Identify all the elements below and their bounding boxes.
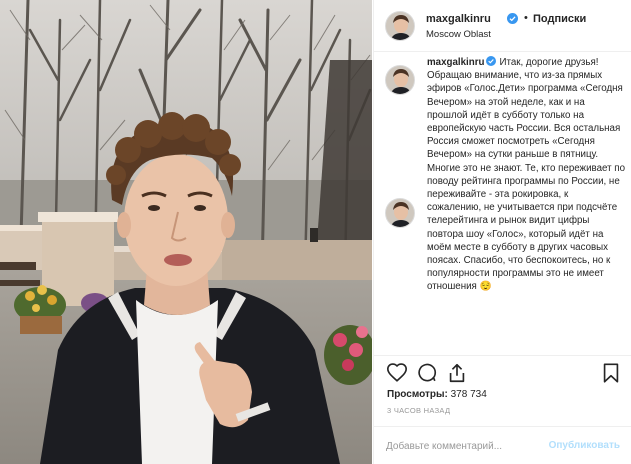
heart-icon[interactable]: [386, 362, 408, 384]
caption-author-avatar[interactable]: [385, 65, 415, 95]
location-link[interactable]: Moscow Oblast: [426, 29, 491, 40]
post-caption: maxgalkinru Итак, дорогие друзья! Обращаю…: [427, 56, 625, 294]
comment-icon[interactable]: [416, 362, 438, 384]
bookmark-icon[interactable]: [600, 362, 622, 384]
author-username-link[interactable]: maxgalkinru: [426, 13, 491, 25]
caption-avatar-duplicate[interactable]: [385, 198, 415, 228]
post-media-video[interactable]: [0, 0, 372, 464]
verified-badge-icon: [486, 56, 497, 66]
view-count: Просмотры: 378 734: [387, 389, 487, 400]
avatar-image: [386, 199, 414, 227]
post-timestamp[interactable]: 3 ЧАСОВ НАЗАД: [387, 406, 450, 415]
verified-badge-icon: [507, 13, 518, 24]
comments-area[interactable]: maxgalkinru Итак, дорогие друзья! Обращаю…: [374, 53, 631, 355]
avatar-image: [386, 66, 414, 94]
avatar-image: [386, 12, 414, 40]
comment-form: Опубликовать: [374, 426, 631, 464]
comment-input[interactable]: [386, 436, 546, 456]
author-avatar[interactable]: [385, 11, 415, 41]
post-header: maxgalkinru • Подписки Moscow Oblast: [374, 0, 631, 52]
caption-username-link[interactable]: maxgalkinru: [427, 57, 484, 68]
video-frame-illustration: [0, 0, 372, 464]
share-icon[interactable]: [446, 362, 468, 384]
caption-text: Итак, дорогие друзья! Обращаю внимание, …: [427, 57, 625, 293]
publish-button[interactable]: Опубликовать: [549, 440, 620, 451]
post-detail-panel: maxgalkinru • Подписки Moscow Oblast max…: [373, 0, 631, 464]
views-label: Просмотры:: [387, 389, 448, 400]
following-button[interactable]: Подписки: [533, 13, 586, 25]
separator-dot: •: [524, 12, 528, 24]
views-number: 378 734: [450, 389, 487, 400]
post-actions: Просмотры: 378 734 3 ЧАСОВ НАЗАД Опублик…: [374, 355, 631, 464]
